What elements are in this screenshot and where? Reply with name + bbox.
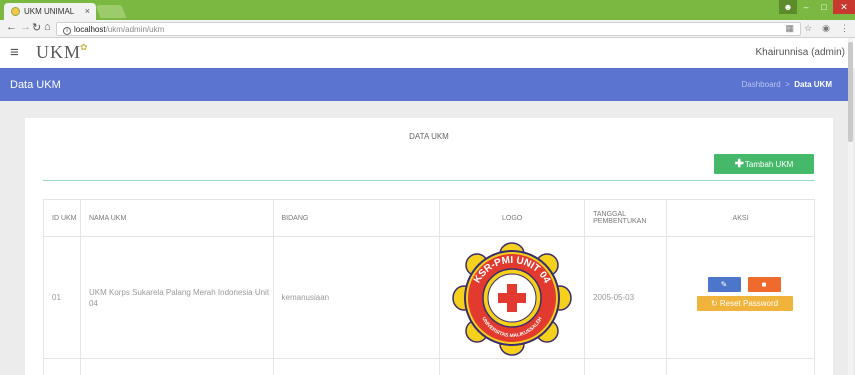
menu-dots-icon[interactable]: ⋮: [840, 23, 849, 34]
col-header-field: BIDANG: [272, 199, 441, 237]
page-header: Data UKM Dashboard > Data UKM: [0, 68, 848, 101]
ksr-pmi-logo: KSR-PMI UNIT 04 UNIVERSITAS MALIKUSSALEH: [452, 241, 572, 356]
breadcrumb-separator: >: [785, 80, 790, 89]
reset-password-label: Reset Password: [719, 298, 779, 308]
partial-logo-icon: [477, 359, 547, 375]
table-row: 01 UKM Korps Sukarela Palang Merah Indon…: [43, 236, 815, 359]
breadcrumb-dashboard-link[interactable]: Dashboard: [742, 80, 781, 89]
delete-button[interactable]: ■: [747, 276, 781, 292]
user-menu[interactable]: Khairunnisa (admin): [756, 47, 846, 58]
reload-icon[interactable]: ↻: [32, 21, 41, 34]
plus-icon: ✚: [734, 158, 744, 170]
favicon-icon: [11, 7, 20, 16]
cell-date: 2005-05-03: [584, 236, 668, 359]
table-row: [43, 358, 815, 375]
back-icon[interactable]: ←: [6, 21, 17, 33]
browser-tab[interactable]: UKM UNIMAL ×: [4, 3, 96, 20]
cell-name: [79, 358, 274, 375]
cell-actions: ✎ ■ ↻ Reset Password: [666, 236, 815, 359]
info-icon[interactable]: i: [63, 27, 71, 35]
cell-id: 01: [43, 236, 81, 359]
page-scrollbar-thumb[interactable]: [848, 42, 853, 142]
add-ukm-label: Tambah UKM: [744, 160, 794, 169]
tab-title: UKM UNIMAL: [24, 7, 75, 16]
edit-icon: ✎: [720, 279, 728, 289]
add-ukm-button[interactable]: ✚Tambah UKM: [714, 154, 814, 174]
app-header: ≡ UKM ✿ Khairunnisa (admin): [0, 38, 855, 68]
action-buttons: ✎ ■ ↻ Reset Password: [690, 273, 800, 323]
trash-icon: ■: [761, 279, 767, 289]
reset-password-button[interactable]: ↻ Reset Password: [696, 295, 793, 311]
home-icon[interactable]: ⌂: [44, 21, 51, 33]
url-path: /ukm/admin/ukm: [105, 25, 165, 34]
hamburger-menu-icon[interactable]: ≡: [10, 44, 19, 61]
card-title: DATA UKM: [409, 132, 449, 141]
col-header-logo: LOGO: [439, 199, 586, 237]
browser-extension-icons: ▦ ☆ ◉ ⋮: [786, 23, 849, 34]
cell-actions: [666, 358, 815, 375]
brand-logo[interactable]: UKM: [36, 42, 81, 63]
col-header-id: ID UKM: [43, 199, 81, 237]
cell-field: [272, 358, 441, 375]
page-title: Data UKM: [10, 79, 61, 91]
address-bar: ← → ↻ ⌂ i localhost/ukm/admin/ukm ▦ ☆ ◉ ⋮: [0, 20, 855, 38]
new-tab-button[interactable]: [95, 5, 127, 18]
url-input[interactable]: i localhost/ukm/admin/ukm: [56, 22, 801, 36]
col-header-actions: AKSI: [666, 199, 815, 237]
url-host: localhost: [74, 25, 106, 34]
forward-icon[interactable]: →: [20, 21, 31, 33]
breadcrumb-current: Data UKM: [794, 80, 832, 89]
close-window-icon[interactable]: ✕: [833, 0, 855, 14]
cell-logo: [439, 358, 586, 375]
minimize-icon[interactable]: –: [797, 0, 815, 14]
col-header-name: NAMA UKM: [79, 199, 274, 237]
maximize-icon[interactable]: □: [815, 0, 833, 14]
translate-icon[interactable]: ▦: [786, 23, 795, 34]
cell-date: [584, 358, 668, 375]
cell-field: kemanusiaan: [272, 236, 441, 359]
ukm-table: ID UKM NAMA UKM BIDANG LOGO TANGGAL PEMB…: [43, 199, 815, 375]
brand-star-icon: ✿: [80, 42, 88, 52]
close-tab-icon[interactable]: ×: [85, 6, 90, 16]
breadcrumb: Dashboard > Data UKM: [742, 80, 833, 89]
edit-button[interactable]: ✎: [707, 276, 741, 292]
cell-name: UKM Korps Sukarela Palang Merah Indonesi…: [79, 236, 274, 359]
table-header-row: ID UKM NAMA UKM BIDANG LOGO TANGGAL PEMB…: [43, 199, 815, 237]
divider: [43, 180, 815, 181]
content-card: DATA UKM ✚Tambah UKM ID UKM NAMA UKM BID…: [25, 118, 833, 375]
browser-tab-bar: UKM UNIMAL × ☻ – □ ✕: [0, 0, 855, 20]
extension-icon[interactable]: ◉: [822, 23, 830, 34]
cell-logo: KSR-PMI UNIT 04 UNIVERSITAS MALIKUSSALEH: [439, 236, 586, 359]
col-header-date: TANGGAL PEMBENTUKAN: [584, 199, 668, 237]
cell-id: [43, 358, 81, 375]
profile-icon[interactable]: ☻: [779, 0, 797, 14]
bookmark-star-icon[interactable]: ☆: [804, 23, 812, 34]
window-controls: ☻ – □ ✕: [779, 0, 855, 14]
refresh-icon: ↻: [710, 298, 718, 308]
